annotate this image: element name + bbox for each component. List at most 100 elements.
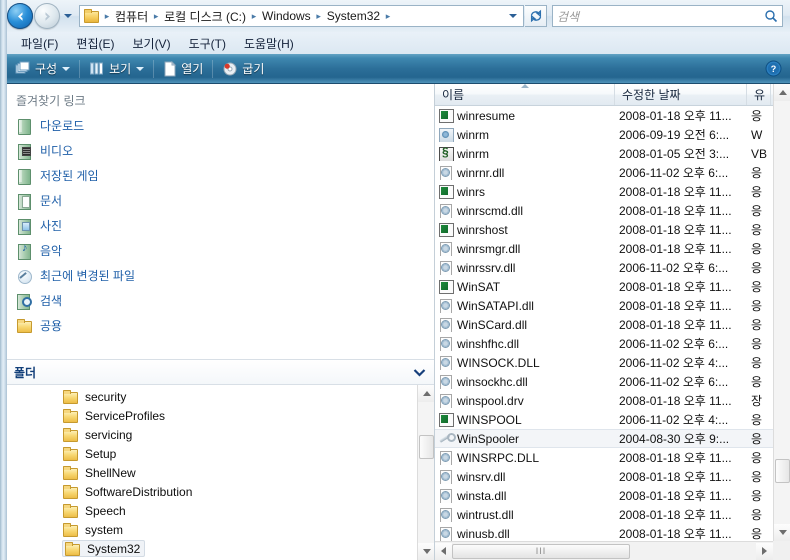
resize-grip[interactable] — [773, 541, 790, 560]
search-box[interactable]: 검색 — [552, 5, 783, 27]
sidebar-item-searches[interactable]: 검색 — [10, 288, 434, 313]
menu-edit[interactable]: 편집(E) — [67, 33, 123, 54]
scroll-down-button[interactable] — [418, 543, 434, 560]
file-type: 응 — [751, 508, 763, 522]
folder-tree-scrollbar[interactable] — [417, 385, 434, 560]
table-row-selected[interactable]: WinSpooler 2004-08-30 오후 9:... 응 — [435, 429, 773, 448]
hscroll-thumb[interactable]: III — [452, 543, 630, 559]
tree-item-system32[interactable]: System32 — [0, 539, 434, 558]
sidebar-item-public[interactable]: 공용 — [10, 313, 434, 338]
tree-item-servicing[interactable]: servicing — [0, 425, 434, 444]
tree-item-setup[interactable]: Setup — [0, 444, 434, 463]
table-row[interactable]: WinSCard.dll 2008-01-18 오후 11... 응 — [435, 315, 773, 334]
scroll-down-button[interactable] — [774, 524, 790, 541]
table-row[interactable]: WINSPOOL 2006-11-02 오후 4:... 응 — [435, 410, 773, 429]
table-row[interactable]: winsrv.dll 2008-01-18 오후 11... 응 — [435, 467, 773, 486]
breadcrumb-bar[interactable]: ▸ 컴퓨터 ▸ 로컬 디스크 (C:) ▸ Windows ▸ System32… — [79, 5, 524, 27]
table-row[interactable]: winsockhc.dll 2006-11-02 오후 6:... 응 — [435, 372, 773, 391]
tree-item-speech[interactable]: Speech — [0, 501, 434, 520]
table-row[interactable]: winspool.drv 2008-01-18 오후 11... 장 — [435, 391, 773, 410]
sidebar-item-videos[interactable]: 비디오 — [10, 138, 434, 163]
tree-item-shellnew[interactable]: ShellNew — [0, 463, 434, 482]
file-name: WINSRPC.DLL — [457, 450, 540, 465]
sidebar-item-saved-games[interactable]: 저장된 게임 — [10, 163, 434, 188]
views-button[interactable]: 보기 — [84, 57, 149, 81]
scroll-thumb[interactable] — [775, 459, 790, 483]
dll-icon — [438, 241, 453, 256]
application-icon — [438, 184, 454, 199]
navigation-buttons — [7, 3, 75, 29]
refresh-button[interactable] — [525, 5, 547, 27]
table-row[interactable]: winrm 2008-01-05 오전 3:... VB — [435, 144, 773, 163]
table-row[interactable]: winrscmd.dll 2008-01-18 오후 11... 응 — [435, 201, 773, 220]
table-row[interactable]: winsta.dll 2008-01-18 오후 11... 응 — [435, 486, 773, 505]
sidebar-item-downloads[interactable]: 다운로드 — [10, 113, 434, 138]
pictures-folder-icon — [16, 218, 32, 235]
file-name-cell: winrm — [435, 127, 615, 142]
tree-item-system[interactable]: system — [0, 520, 434, 539]
table-row[interactable]: winrsmgr.dll 2008-01-18 오후 11... 응 — [435, 239, 773, 258]
table-row[interactable]: WinSAT 2008-01-18 오후 11... 응 — [435, 277, 773, 296]
table-row[interactable]: winusb.dll 2008-01-18 오후 11... 응 — [435, 524, 773, 541]
table-row[interactable]: winrnr.dll 2006-11-02 오후 6:... 응 — [435, 163, 773, 182]
table-row[interactable]: WinSATAPI.dll 2008-01-18 오후 11... 응 — [435, 296, 773, 315]
column-header-name[interactable]: 이름 — [435, 84, 615, 105]
breadcrumb-item-local-disk[interactable]: 로컬 디스크 (C:) — [162, 8, 248, 25]
file-list-scrollbar[interactable] — [773, 84, 790, 560]
scroll-thumb[interactable] — [419, 435, 434, 459]
menu-tools[interactable]: 도구(T) — [180, 33, 235, 54]
hscroll-track[interactable]: III — [452, 543, 756, 560]
tree-item-softwaredistribution[interactable]: SoftwareDistribution — [0, 482, 434, 501]
breadcrumb-dropdown-button[interactable] — [503, 6, 523, 26]
table-row[interactable]: winresume 2008-01-18 오후 11... 응 — [435, 106, 773, 125]
breadcrumb-item-system32[interactable]: System32 — [325, 9, 382, 23]
navigation-pane: 즐겨찾기 링크 다운로드 비디오 저장된 게임 문서 사진 ♪ 음악 최근에 변… — [0, 84, 435, 560]
scroll-up-button[interactable] — [418, 385, 434, 402]
file-list-hscrollbar[interactable]: III — [435, 541, 773, 560]
table-row[interactable]: winrm 2006-09-19 오전 6:... W — [435, 125, 773, 144]
folders-pane-header[interactable]: 폴더 — [0, 359, 434, 385]
menu-help[interactable]: 도움말(H) — [235, 33, 303, 54]
sidebar-item-recently-changed[interactable]: 최근에 변경된 파일 — [10, 263, 434, 288]
burn-button[interactable]: 굽기 — [217, 57, 269, 81]
sidebar-item-pictures[interactable]: 사진 — [10, 213, 434, 238]
table-row[interactable]: wintrust.dll 2008-01-18 오후 11... 응 — [435, 505, 773, 524]
scroll-right-button[interactable] — [756, 542, 773, 560]
forward-button[interactable] — [34, 3, 60, 29]
burn-label: 굽기 — [242, 62, 265, 76]
breadcrumb-item-computer[interactable]: 컴퓨터 — [113, 8, 150, 25]
search-input[interactable]: 검색 — [557, 8, 764, 25]
breadcrumb-item-windows[interactable]: Windows — [260, 9, 313, 23]
help-button[interactable]: ? — [765, 60, 782, 77]
back-button[interactable] — [7, 3, 33, 29]
favorite-links-pane: 즐겨찾기 링크 다운로드 비디오 저장된 게임 문서 사진 ♪ 음악 최근에 변… — [0, 84, 434, 359]
table-row[interactable]: WINSRPC.DLL 2008-01-18 오후 11... 응 — [435, 448, 773, 467]
favorite-links-title: 즐겨찾기 링크 — [16, 94, 86, 108]
table-row[interactable]: winrshost 2008-01-18 오후 11... 응 — [435, 220, 773, 239]
organize-button[interactable]: 구성 — [10, 57, 75, 81]
tree-item-serviceprofiles[interactable]: ServiceProfiles — [0, 406, 434, 425]
open-button[interactable]: 열기 — [158, 57, 208, 81]
application-icon — [438, 222, 454, 237]
menu-file[interactable]: 파일(F) — [12, 33, 67, 54]
menu-view[interactable]: 보기(V) — [123, 33, 179, 54]
scroll-left-button[interactable] — [435, 542, 452, 560]
column-header-date-modified[interactable]: 수정한 날짜 — [615, 84, 747, 105]
table-row[interactable]: WINSOCK.DLL 2006-11-02 오후 4:... 응 — [435, 353, 773, 372]
recent-locations-button[interactable] — [61, 5, 75, 27]
scroll-up-button[interactable] — [774, 84, 790, 101]
table-row[interactable]: winrssrv.dll 2006-11-02 오후 6:... 응 — [435, 258, 773, 277]
sidebar-item-music[interactable]: 음악 — [10, 238, 434, 263]
sidebar-item-documents[interactable]: 문서 — [10, 188, 434, 213]
column-header-type[interactable]: 유 — [747, 84, 771, 105]
file-name: WINSPOOL — [457, 412, 522, 427]
recent-changes-icon — [16, 268, 32, 284]
table-row[interactable]: winrs 2008-01-18 오후 11... 응 — [435, 182, 773, 201]
dll-icon — [438, 336, 453, 351]
file-date: 2008-01-18 오후 11... — [619, 185, 732, 199]
tree-item-security[interactable]: security — [0, 387, 434, 406]
breadcrumb-separator: ▸ — [316, 10, 321, 21]
table-row[interactable]: winshfhc.dll 2006-11-02 오후 6:... 응 — [435, 334, 773, 353]
chevron-down-icon[interactable] — [413, 368, 426, 377]
column-header-name-label: 이름 — [442, 88, 465, 102]
